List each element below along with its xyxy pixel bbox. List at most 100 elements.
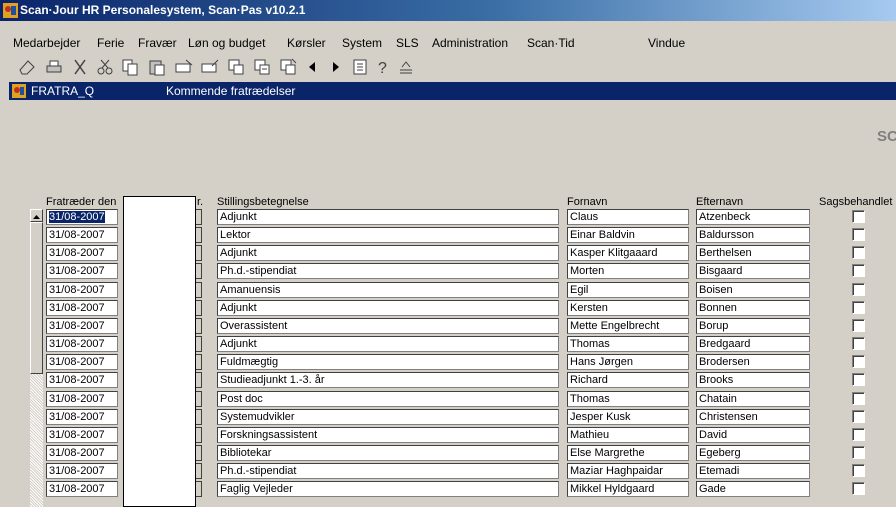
- handled-checkbox[interactable]: [852, 264, 865, 277]
- scroll-up-button[interactable]: [30, 209, 43, 222]
- title-field[interactable]: Faglig Vejleder: [217, 481, 559, 497]
- handled-checkbox[interactable]: [852, 373, 865, 386]
- firstname-field[interactable]: Thomas: [567, 391, 689, 407]
- firstname-field[interactable]: Kasper Klitgaaard: [567, 245, 689, 261]
- lastname-field[interactable]: Bredgaard: [696, 336, 810, 352]
- insert-record-icon[interactable]: [174, 57, 194, 77]
- menu-ferie[interactable]: Ferie: [97, 33, 124, 53]
- firstname-field[interactable]: Richard: [567, 372, 689, 388]
- handled-checkbox[interactable]: [852, 228, 865, 241]
- lastname-field[interactable]: Gade: [696, 481, 810, 497]
- exit-icon[interactable]: [396, 57, 416, 77]
- menu-fravaer[interactable]: Fravær: [138, 33, 177, 53]
- title-field[interactable]: Lektor: [217, 227, 559, 243]
- menu-vindue[interactable]: Vindue: [648, 33, 685, 53]
- handled-checkbox[interactable]: [852, 392, 865, 405]
- title-field[interactable]: Ph.d.-stipendiat: [217, 263, 559, 279]
- eraser-icon[interactable]: [17, 57, 37, 77]
- handled-checkbox[interactable]: [852, 301, 865, 314]
- query-execute-icon[interactable]: [252, 57, 272, 77]
- copy-icon[interactable]: [120, 57, 140, 77]
- menu-sls[interactable]: SLS: [396, 33, 419, 53]
- lastname-field[interactable]: Egeberg: [696, 445, 810, 461]
- handled-checkbox[interactable]: [852, 355, 865, 368]
- lastname-field[interactable]: Berthelsen: [696, 245, 810, 261]
- previous-icon[interactable]: [303, 57, 323, 77]
- lastname-field[interactable]: Bisgaard: [696, 263, 810, 279]
- date-field[interactable]: 31/08-2007: [46, 245, 118, 261]
- next-icon[interactable]: [325, 57, 345, 77]
- date-field[interactable]: 31/08-2007: [46, 372, 118, 388]
- firstname-field[interactable]: Claus: [567, 209, 689, 225]
- handled-checkbox[interactable]: [852, 319, 865, 332]
- handled-checkbox[interactable]: [852, 210, 865, 223]
- date-field[interactable]: 31/08-2007: [46, 427, 118, 443]
- date-field[interactable]: 31/08-2007: [46, 463, 118, 479]
- title-field[interactable]: Amanuensis: [217, 282, 559, 298]
- lastname-field[interactable]: Brodersen: [696, 354, 810, 370]
- handled-checkbox[interactable]: [852, 428, 865, 441]
- lastname-field[interactable]: Brooks: [696, 372, 810, 388]
- firstname-field[interactable]: Mikkel Hyldgaard: [567, 481, 689, 497]
- title-field[interactable]: Post doc: [217, 391, 559, 407]
- lastname-field[interactable]: Christensen: [696, 409, 810, 425]
- list-icon[interactable]: [350, 57, 370, 77]
- firstname-field[interactable]: Kersten: [567, 300, 689, 316]
- print-icon[interactable]: [44, 57, 64, 77]
- lastname-field[interactable]: David: [696, 427, 810, 443]
- handled-checkbox[interactable]: [852, 337, 865, 350]
- title-field[interactable]: Adjunkt: [217, 209, 559, 225]
- title-field[interactable]: Overassistent: [217, 318, 559, 334]
- date-field[interactable]: 31/08-2007: [46, 391, 118, 407]
- menu-medarbejder[interactable]: Medarbejder: [13, 33, 80, 53]
- lastname-field[interactable]: Etemadi: [696, 463, 810, 479]
- firstname-field[interactable]: Else Margrethe: [567, 445, 689, 461]
- title-field[interactable]: Adjunkt: [217, 336, 559, 352]
- firstname-field[interactable]: Jesper Kusk: [567, 409, 689, 425]
- cut-tool-icon[interactable]: [70, 57, 90, 77]
- title-field[interactable]: Adjunkt: [217, 300, 559, 316]
- firstname-field[interactable]: Maziar Haghpaidar: [567, 463, 689, 479]
- firstname-field[interactable]: Mathieu: [567, 427, 689, 443]
- date-field[interactable]: 31/08-2007: [46, 445, 118, 461]
- menu-scan-tid[interactable]: Scan·Tid: [527, 33, 575, 53]
- help-icon[interactable]: ?: [373, 57, 393, 77]
- firstname-field[interactable]: Mette Engelbrecht: [567, 318, 689, 334]
- date-field[interactable]: 31/08-2007: [46, 318, 118, 334]
- date-field[interactable]: 31/08-2007: [46, 354, 118, 370]
- lastname-field[interactable]: Chatain: [696, 391, 810, 407]
- title-field[interactable]: Ph.d.-stipendiat: [217, 463, 559, 479]
- title-field[interactable]: Fuldmægtig: [217, 354, 559, 370]
- query-icon[interactable]: [226, 57, 246, 77]
- handled-checkbox[interactable]: [852, 446, 865, 459]
- firstname-field[interactable]: Morten: [567, 263, 689, 279]
- menu-administration[interactable]: Administration: [432, 33, 508, 53]
- title-field[interactable]: Systemudvikler: [217, 409, 559, 425]
- handled-checkbox[interactable]: [852, 283, 865, 296]
- handled-checkbox[interactable]: [852, 464, 865, 477]
- lastname-field[interactable]: Borup: [696, 318, 810, 334]
- scissors-icon[interactable]: [95, 57, 115, 77]
- date-field[interactable]: 31/08-2007: [46, 481, 118, 497]
- date-field[interactable]: 31/08-2007: [46, 409, 118, 425]
- delete-record-icon[interactable]: [200, 57, 220, 77]
- handled-checkbox[interactable]: [852, 246, 865, 259]
- date-field[interactable]: 31/08-2007: [46, 300, 118, 316]
- title-field[interactable]: Forskningsassistent: [217, 427, 559, 443]
- firstname-field[interactable]: Einar Baldvin: [567, 227, 689, 243]
- lastname-field[interactable]: Baldursson: [696, 227, 810, 243]
- title-field[interactable]: Bibliotekar: [217, 445, 559, 461]
- handled-checkbox[interactable]: [852, 482, 865, 495]
- firstname-field[interactable]: Egil: [567, 282, 689, 298]
- scroll-thumb[interactable]: [30, 222, 43, 374]
- handled-checkbox[interactable]: [852, 410, 865, 423]
- firstname-field[interactable]: Thomas: [567, 336, 689, 352]
- date-field[interactable]: 31/08-2007: [46, 227, 118, 243]
- paste-icon[interactable]: [147, 57, 167, 77]
- date-field[interactable]: 31/08-2007: [46, 209, 118, 225]
- date-field[interactable]: 31/08-2007: [46, 282, 118, 298]
- menu-loen-og-budget[interactable]: Løn og budget: [188, 33, 265, 53]
- date-field[interactable]: 31/08-2007: [46, 263, 118, 279]
- lastname-field[interactable]: Bonnen: [696, 300, 810, 316]
- title-field[interactable]: Adjunkt: [217, 245, 559, 261]
